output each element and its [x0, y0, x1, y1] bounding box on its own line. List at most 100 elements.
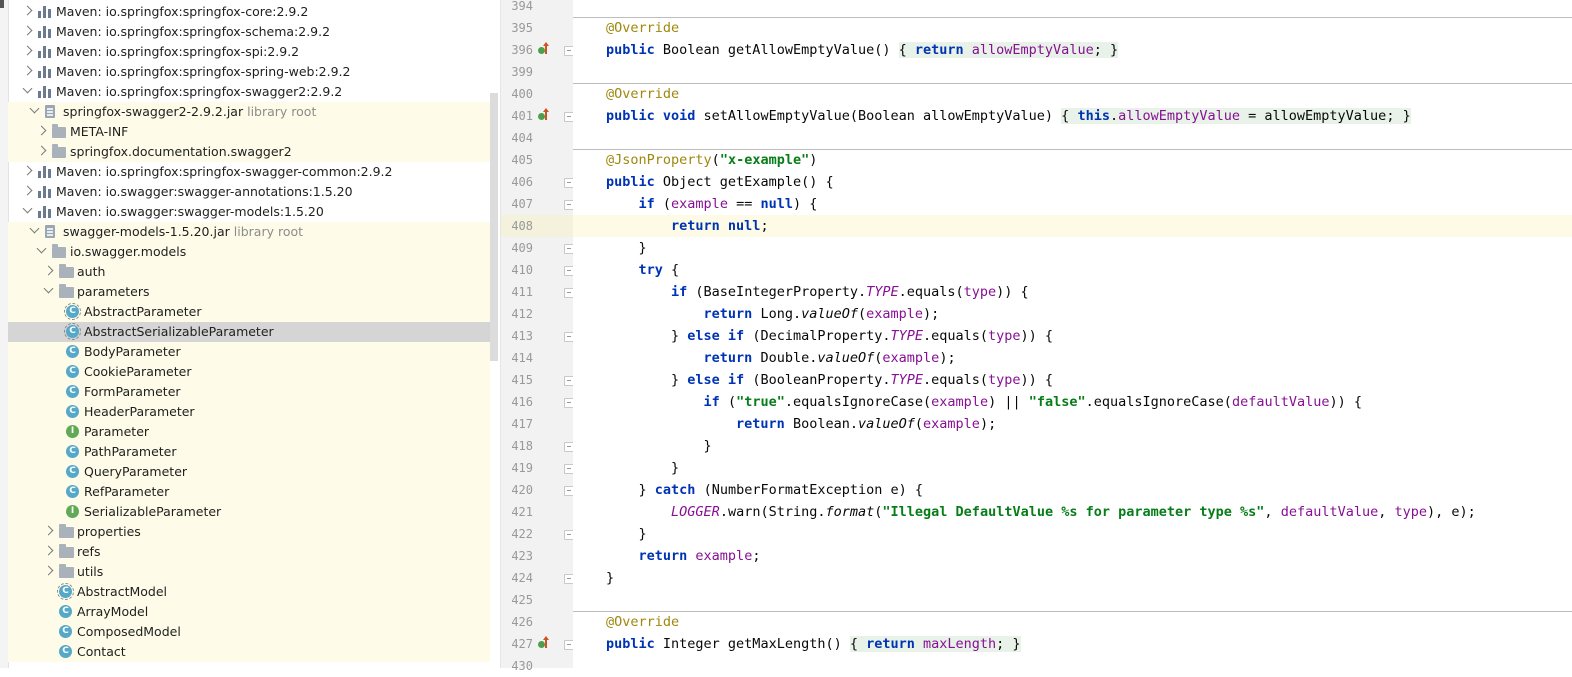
tree-item[interactable]: Maven: io.springfox:springfox-core:2.9.2: [8, 2, 490, 22]
tree-scrollbar-thumb[interactable]: [490, 93, 498, 361]
tree-item[interactable]: C RefParameter: [8, 482, 490, 502]
strip-marker: [0, 0, 4, 8]
chevron-down-icon[interactable]: [22, 83, 33, 94]
chevron-down-icon[interactable]: [43, 283, 54, 294]
tree-item[interactable]: C QueryParameter: [8, 462, 490, 482]
chevron-right-icon[interactable]: [22, 165, 33, 176]
code-editor[interactable]: @Override public Boolean getAllowEmptyVal…: [573, 0, 1572, 668]
chevron-down-icon[interactable]: [36, 243, 47, 254]
code-token: if: [638, 196, 663, 212]
tree-item[interactable]: I SerializableParameter: [8, 502, 490, 522]
tree-item[interactable]: springfox.documentation.swagger2: [8, 142, 490, 162]
chevron-right-icon[interactable]: [22, 65, 33, 76]
code-token: (DecimalProperty.: [752, 328, 891, 344]
chevron-right-icon[interactable]: [22, 185, 33, 196]
tree-item[interactable]: properties: [8, 522, 490, 542]
tree-item-text: Contact: [77, 644, 126, 659]
code-token: LOGGER: [671, 504, 720, 520]
tree-item-label: auth: [77, 264, 105, 279]
tree-item[interactable]: C AbstractSerializableParameter: [8, 322, 490, 342]
tree-item[interactable]: Maven: io.springfox:springfox-swagger-co…: [8, 162, 490, 182]
chevron-right-icon[interactable]: [43, 525, 54, 536]
chevron-right-icon[interactable]: [22, 45, 33, 56]
code-line: LOGGER.warn(String.format("Illegal Defau…: [606, 501, 1572, 523]
chevron-right-icon[interactable]: [36, 145, 47, 156]
code-token: {: [849, 636, 867, 652]
code-line: public void setAllowEmptyValue(Boolean a…: [606, 105, 1572, 127]
chevron-right-icon[interactable]: [22, 5, 33, 16]
tree-item[interactable]: I Parameter: [8, 422, 490, 442]
chevron-right-icon[interactable]: [43, 265, 54, 276]
tree-item[interactable]: Maven: io.springfox:springfox-schema:2.9…: [8, 22, 490, 42]
code-token: allowEmptyValue: [971, 42, 1094, 58]
project-tree-panel[interactable]: Maven: io.springfox:springfox-core:2.9.2…: [0, 0, 501, 668]
chevron-right-icon[interactable]: [43, 545, 54, 556]
code-line: return Double.valueOf(example);: [606, 347, 1572, 369]
code-token: {: [1061, 108, 1078, 124]
tree-item-label: Parameter: [84, 424, 149, 439]
code-token: ==: [727, 196, 761, 212]
tree-item[interactable]: C BodyParameter: [8, 342, 490, 362]
tree-item[interactable]: swagger-models-1.5.20.jar library root: [8, 222, 490, 242]
code-token: (: [711, 152, 720, 168]
tree-item[interactable]: META-INF: [8, 122, 490, 142]
chevron-right-icon[interactable]: [22, 25, 33, 36]
class-icon: C: [66, 485, 79, 498]
tree-item[interactable]: C PathParameter: [8, 442, 490, 462]
tree-item[interactable]: utils: [8, 562, 490, 582]
library-icon: [38, 186, 51, 198]
code-token: TYPE: [890, 372, 923, 388]
code-token: );: [923, 306, 940, 322]
tree-item[interactable]: Maven: io.springfox:springfox-swagger2:2…: [8, 82, 490, 102]
class-icon: C: [66, 465, 79, 478]
override-icon[interactable]: [538, 42, 550, 56]
chevron-right-icon[interactable]: [36, 125, 47, 136]
code-token: example: [882, 350, 940, 366]
tree-item[interactable]: auth: [8, 262, 490, 282]
chevron-down-icon[interactable]: [29, 223, 40, 234]
code-token: return: [866, 636, 924, 652]
override-icon[interactable]: [538, 636, 550, 650]
tree-item[interactable]: C HeaderParameter: [8, 402, 490, 422]
code-token: return: [914, 42, 972, 58]
override-icon[interactable]: [538, 108, 550, 122]
line-number: 426: [511, 615, 533, 629]
code-line: public Boolean getAllowEmptyValue() { re…: [606, 39, 1572, 61]
code-line: @Override: [606, 611, 1572, 633]
chevron-right-icon[interactable]: [43, 565, 54, 576]
code-token: (NumberFormatException e) {: [703, 482, 924, 498]
code-token: example: [671, 196, 728, 212]
tree-item-label: Contact: [77, 644, 126, 659]
chevron-down-icon[interactable]: [22, 203, 33, 214]
tree-item-text: Maven: io.springfox:springfox-spi:2.9.2: [56, 44, 300, 59]
tree-item[interactable]: C ComposedModel: [8, 622, 490, 642]
chevron-down-icon[interactable]: [29, 103, 40, 114]
tree-item[interactable]: springfox-swagger2-2.9.2.jar library root: [8, 102, 490, 122]
tree-item[interactable]: C Contact: [8, 642, 490, 662]
code-token: {: [898, 42, 915, 58]
tree-item-label: swagger-models-1.5.20.jar library root: [63, 224, 303, 239]
tree-item[interactable]: Maven: io.springfox:springfox-spi:2.9.2: [8, 42, 490, 62]
tree-item[interactable]: Maven: io.springfox:springfox-spring-web…: [8, 62, 490, 82]
tree-item[interactable]: parameters: [8, 282, 490, 302]
library-icon: [38, 166, 51, 178]
tree-item[interactable]: C FormParameter: [8, 382, 490, 402]
tree-item[interactable]: Maven: io.swagger:swagger-annotations:1.…: [8, 182, 490, 202]
code-token: setAllowEmptyValue(Boolean allowEmptyVal…: [703, 108, 1062, 124]
tree-item[interactable]: C AbstractModel: [8, 582, 490, 602]
tree-item[interactable]: Maven: io.swagger:swagger-models:1.5.20: [8, 202, 490, 222]
tree-item[interactable]: C ArrayModel: [8, 602, 490, 622]
line-number: 411: [511, 285, 533, 299]
tree-item[interactable]: C CookieParameter: [8, 362, 490, 382]
editor-gutter: 394 395 396 399 400 401 404 405 406 407 408 409 410 4…: [501, 0, 574, 673]
tree-item[interactable]: refs: [8, 542, 490, 562]
tree-item-text: AbstractSerializableParameter: [84, 324, 274, 339]
code-token: ), e);: [1427, 504, 1476, 520]
tree-item[interactable]: C AbstractParameter: [8, 302, 490, 322]
tree-item[interactable]: io.swagger.models: [8, 242, 490, 262]
code-token: TYPE: [866, 284, 899, 300]
